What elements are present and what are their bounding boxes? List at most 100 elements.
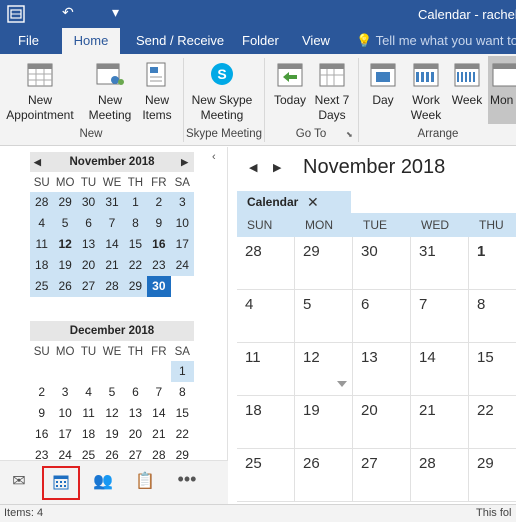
minical-day[interactable]: 7 <box>100 213 124 234</box>
minical-day[interactable]: 5 <box>100 382 123 403</box>
minical-day[interactable]: 8 <box>123 213 148 234</box>
day-cell[interactable]: 28 <box>237 237 295 290</box>
day-cell[interactable]: 8 <box>469 290 516 343</box>
minical-day[interactable]: 16 <box>147 234 171 255</box>
minical-day[interactable]: 29 <box>123 276 148 297</box>
minical-day[interactable]: 5 <box>53 213 77 234</box>
day-cell[interactable]: 7 <box>411 290 469 343</box>
tab-send-receive[interactable]: Send / Receive <box>130 28 230 54</box>
day-cell[interactable]: 21 <box>411 396 469 449</box>
next-month-icon[interactable]: ▶ <box>273 161 281 174</box>
minical-day[interactable]: 13 <box>124 403 147 424</box>
minical-day[interactable]: 18 <box>30 255 54 276</box>
prev-month-arrow-icon[interactable]: ◀ <box>34 152 41 172</box>
minical-day[interactable]: 15 <box>123 234 148 255</box>
minical-day[interactable]: 8 <box>171 382 194 403</box>
minical-day[interactable]: 4 <box>77 382 100 403</box>
tab-folder[interactable]: Folder <box>236 28 285 54</box>
minical-day[interactable]: 12 <box>100 403 123 424</box>
minical-day[interactable]: 9 <box>30 403 53 424</box>
collapse-pane-icon[interactable]: ‹ <box>212 151 216 163</box>
day-cell[interactable]: 25 <box>237 449 295 502</box>
week-view-button[interactable]: Week <box>450 60 484 108</box>
day-cell[interactable]: 19 <box>295 396 353 449</box>
day-cell[interactable]: 29 <box>469 449 516 502</box>
minical-day[interactable]: 10 <box>170 213 194 234</box>
minical-day[interactable]: 1 <box>123 192 148 213</box>
tab-home[interactable]: Home <box>62 28 120 55</box>
minical-day[interactable]: 16 <box>30 424 53 445</box>
day-cell[interactable]: 5 <box>295 290 353 343</box>
tasks-icon[interactable]: 📋 <box>132 471 158 495</box>
day-cell[interactable]: 4 <box>237 290 295 343</box>
minical-day[interactable]: 20 <box>76 255 101 276</box>
day-cell[interactable]: 20 <box>353 396 411 449</box>
new-items-button[interactable]: New Items <box>138 60 176 123</box>
month-view-button[interactable]: Mon <box>488 56 516 124</box>
minical-day[interactable]: 14 <box>147 403 170 424</box>
day-cell[interactable]: 30 <box>353 237 411 290</box>
minical-day[interactable]: 6 <box>124 382 147 403</box>
new-appointment-button[interactable]: New Appointment <box>2 60 78 123</box>
minical-day[interactable]: 13 <box>76 234 101 255</box>
tell-me-search[interactable]: 💡 Tell me what you want to d <box>356 28 516 54</box>
day-cell[interactable]: 1 <box>469 237 516 290</box>
next-7-days-button[interactable]: Next 7 Days <box>312 60 352 123</box>
day-cell[interactable]: 14 <box>411 343 469 396</box>
minical-day[interactable]: 7 <box>147 382 170 403</box>
day-cell[interactable]: 29 <box>295 237 353 290</box>
day-cell[interactable]: 22 <box>469 396 516 449</box>
minical-day[interactable]: 1 <box>170 361 194 382</box>
mail-icon[interactable]: ✉ <box>6 471 32 495</box>
day-cell[interactable]: 13 <box>353 343 411 396</box>
minical-day[interactable]: 28 <box>30 192 54 213</box>
minical-day[interactable]: 22 <box>123 255 148 276</box>
calendar-tab[interactable]: Calendar ✕ <box>237 191 351 213</box>
outlook-app-icon[interactable] <box>6 4 26 24</box>
minical-day[interactable]: 17 <box>53 424 76 445</box>
minical-day[interactable]: 14 <box>100 234 124 255</box>
day-view-button[interactable]: Day <box>366 60 400 108</box>
minical-day[interactable]: 22 <box>171 424 194 445</box>
minical-day[interactable]: 26 <box>53 276 77 297</box>
minical-day[interactable]: 31 <box>100 192 124 213</box>
today-button[interactable]: Today <box>270 60 310 108</box>
day-cell[interactable]: 18 <box>237 396 295 449</box>
minical-day[interactable]: 23 <box>147 255 171 276</box>
minical-day[interactable]: 30 <box>76 192 101 213</box>
more-items-arrow-icon[interactable] <box>337 381 347 387</box>
minical-day[interactable]: 2 <box>30 382 53 403</box>
minical-day[interactable]: 20 <box>124 424 147 445</box>
minical-day[interactable]: 9 <box>147 213 171 234</box>
minical-day[interactable]: 27 <box>76 276 101 297</box>
minical-day[interactable]: 21 <box>147 424 170 445</box>
minical-day[interactable]: 10 <box>53 403 76 424</box>
tab-file[interactable]: File <box>12 28 45 54</box>
more-modules-icon[interactable]: ••• <box>174 469 200 493</box>
next-month-arrow-icon[interactable]: ▶ <box>181 152 188 172</box>
customize-quick-access-icon[interactable]: ▾ <box>112 4 119 21</box>
minical-day[interactable]: 2 <box>147 192 171 213</box>
minical-day[interactable]: 24 <box>170 255 194 276</box>
minical-day[interactable]: 11 <box>77 403 100 424</box>
minical-day[interactable]: 18 <box>77 424 100 445</box>
minical-day[interactable]: 29 <box>53 192 77 213</box>
minical-day[interactable]: 19 <box>100 424 123 445</box>
day-cell[interactable]: 27 <box>353 449 411 502</box>
minical-day[interactable]: 3 <box>170 192 194 213</box>
previous-month-icon[interactable]: ◀ <box>249 161 257 174</box>
minical-day[interactable]: 19 <box>53 255 77 276</box>
minical-day[interactable]: 3 <box>53 382 76 403</box>
minical-day[interactable]: 25 <box>30 276 54 297</box>
minical-day[interactable]: 6 <box>76 213 101 234</box>
new-meeting-button[interactable]: New Meeting <box>88 60 132 123</box>
minical-day[interactable]: 15 <box>171 403 194 424</box>
minical-day[interactable]: 30 <box>147 276 171 297</box>
minical-day[interactable]: 21 <box>100 255 124 276</box>
day-cell[interactable]: 26 <box>295 449 353 502</box>
undo-icon[interactable]: ↶ <box>62 4 74 21</box>
minical-day[interactable]: 11 <box>30 234 54 255</box>
minical-day[interactable]: 4 <box>30 213 54 234</box>
close-icon[interactable]: ✕ <box>307 191 319 213</box>
day-cell[interactable]: 28 <box>411 449 469 502</box>
